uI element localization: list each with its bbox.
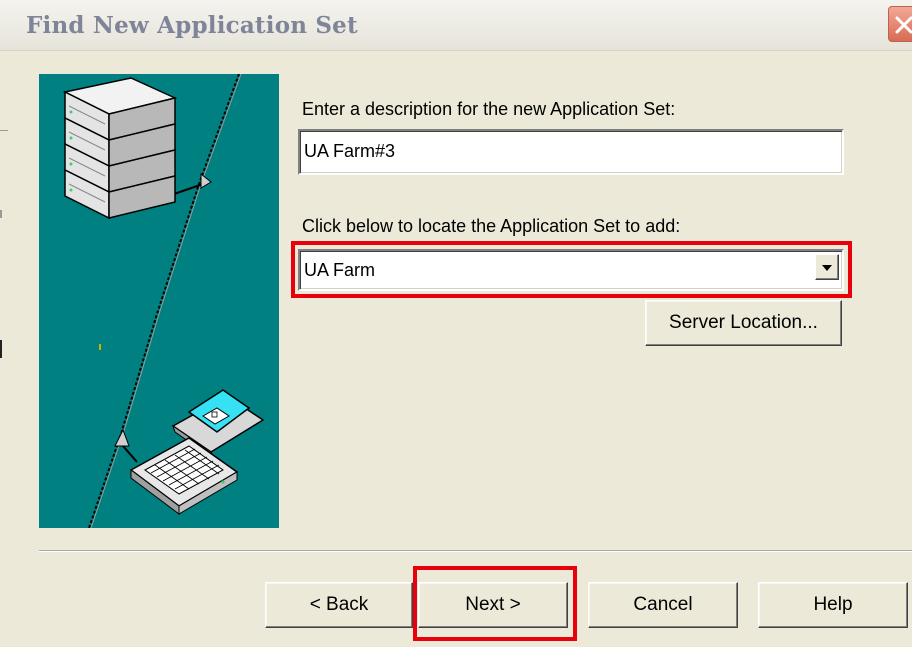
server-location-button[interactable]: Server Location... (645, 300, 842, 346)
combobox-dropdown-button[interactable] (815, 254, 839, 280)
description-label: Enter a description for the new Applicat… (302, 99, 676, 119)
next-button[interactable]: Next > (418, 582, 568, 628)
dialog-title: Find New Application Set (26, 12, 358, 39)
description-input[interactable]: UA Farm#3 (298, 129, 844, 175)
find-new-application-set-dialog: Find New Application Set Enter a descrip… (0, 0, 912, 647)
appset-selected-value: UA Farm (304, 260, 376, 280)
close-icon (895, 16, 912, 34)
title-bar[interactable]: Find New Application Set (0, 0, 912, 51)
back-button[interactable]: < Back (265, 582, 413, 628)
appset-combobox[interactable]: UA Farm (298, 249, 844, 291)
help-button[interactable]: Help (758, 582, 908, 628)
chevron-down-icon (822, 265, 832, 271)
server-stack-icon (62, 77, 178, 220)
locate-label: Click below to locate the Application Se… (302, 216, 681, 236)
edge-artifact (0, 340, 2, 358)
close-button[interactable] (888, 6, 912, 42)
laptop-icon (129, 389, 265, 515)
wizard-illustration (39, 74, 279, 528)
edge-artifact (0, 210, 2, 218)
cancel-button[interactable]: Cancel (588, 582, 738, 628)
button-separator (39, 550, 912, 552)
edge-artifact (0, 130, 8, 131)
illustration-graphic (62, 74, 265, 528)
